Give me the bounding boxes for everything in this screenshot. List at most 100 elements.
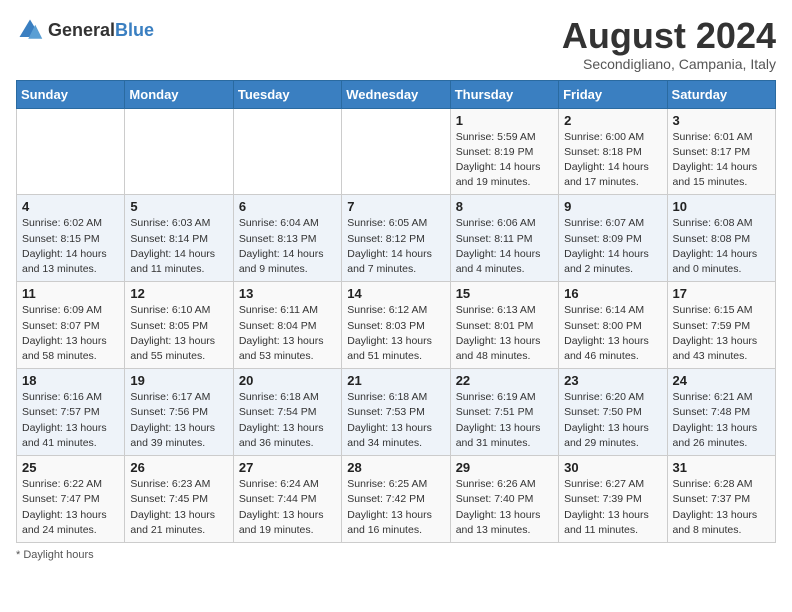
day-info: Sunrise: 6:08 AM Sunset: 8:08 PM Dayligh…	[673, 216, 770, 277]
weekday-header-friday: Friday	[559, 80, 667, 108]
calendar-cell	[17, 108, 125, 195]
calendar-cell: 18Sunrise: 6:16 AM Sunset: 7:57 PM Dayli…	[17, 369, 125, 456]
calendar-cell: 10 Sunrise: 6:08 AM Sunset: 8:08 PM Dayli…	[667, 195, 775, 282]
day-info: Sunrise: 6:01 AM Sunset: 8:17 PM Dayligh…	[673, 130, 770, 191]
day-info: Sunrise: 6:03 AM Sunset: 8:14 PM Dayligh…	[130, 216, 227, 277]
day-number: 6	[239, 199, 336, 214]
day-number: 1	[456, 113, 553, 128]
day-number: 9	[564, 199, 661, 214]
location-text: Secondigliano, Campania, Italy	[562, 56, 776, 72]
day-info: Sunrise: 6:20 AM Sunset: 7:50 PM Dayligh…	[564, 390, 661, 451]
calendar-cell	[233, 108, 341, 195]
calendar-cell: 6 Sunrise: 6:04 AM Sunset: 8:13 PM Daylig…	[233, 195, 341, 282]
day-number: 20	[239, 373, 336, 388]
logo-general-text: General	[48, 20, 115, 40]
calendar-cell: 9 Sunrise: 6:07 AM Sunset: 8:09 PM Daylig…	[559, 195, 667, 282]
day-number: 21	[347, 373, 444, 388]
day-number: 7	[347, 199, 444, 214]
day-info: Sunrise: 6:15 AM Sunset: 7:59 PM Dayligh…	[673, 303, 770, 364]
footer-note: * Daylight hours	[16, 549, 776, 561]
calendar-cell: 16Sunrise: 6:14 AM Sunset: 8:00 PM Dayli…	[559, 282, 667, 369]
day-number: 2	[564, 113, 661, 128]
day-number: 29	[456, 460, 553, 475]
day-info: Sunrise: 6:26 AM Sunset: 7:40 PM Dayligh…	[456, 477, 553, 538]
day-number: 23	[564, 373, 661, 388]
day-info: Sunrise: 6:27 AM Sunset: 7:39 PM Dayligh…	[564, 477, 661, 538]
day-number: 15	[456, 286, 553, 301]
day-info: Sunrise: 6:17 AM Sunset: 7:56 PM Dayligh…	[130, 390, 227, 451]
logo-blue-text: Blue	[115, 20, 154, 40]
calendar-cell: 11 Sunrise: 6:09 AM Sunset: 8:07 PM Dayli…	[17, 282, 125, 369]
calendar-cell: 30 Sunrise: 6:27 AM Sunset: 7:39 PM Dayli…	[559, 456, 667, 543]
day-number: 14	[347, 286, 444, 301]
calendar-week-1: 1 Sunrise: 5:59 AM Sunset: 8:19 PM Daylig…	[17, 108, 776, 195]
day-info: Sunrise: 6:19 AM Sunset: 7:51 PM Dayligh…	[456, 390, 553, 451]
day-number: 11	[22, 286, 119, 301]
calendar-cell	[125, 108, 233, 195]
day-info: Sunrise: 6:02 AM Sunset: 8:15 PM Dayligh…	[22, 216, 119, 277]
day-info: Sunrise: 6:18 AM Sunset: 7:53 PM Dayligh…	[347, 390, 444, 451]
day-info: Sunrise: 6:16 AM Sunset: 7:57 PM Dayligh…	[22, 390, 119, 451]
day-info: Sunrise: 6:05 AM Sunset: 8:12 PM Dayligh…	[347, 216, 444, 277]
day-number: 10	[673, 199, 770, 214]
calendar-week-4: 18Sunrise: 6:16 AM Sunset: 7:57 PM Dayli…	[17, 369, 776, 456]
calendar-cell: 5Sunrise: 6:03 AM Sunset: 8:14 PM Daylig…	[125, 195, 233, 282]
calendar-cell: 1 Sunrise: 5:59 AM Sunset: 8:19 PM Daylig…	[450, 108, 558, 195]
calendar-cell: 23 Sunrise: 6:20 AM Sunset: 7:50 PM Dayli…	[559, 369, 667, 456]
day-info: Sunrise: 6:06 AM Sunset: 8:11 PM Dayligh…	[456, 216, 553, 277]
day-number: 22	[456, 373, 553, 388]
calendar-cell: 13Sunrise: 6:11 AM Sunset: 8:04 PM Dayli…	[233, 282, 341, 369]
day-number: 26	[130, 460, 227, 475]
calendar-week-5: 25 Sunrise: 6:22 AM Sunset: 7:47 PM Dayli…	[17, 456, 776, 543]
calendar-body: 1 Sunrise: 5:59 AM Sunset: 8:19 PM Daylig…	[17, 108, 776, 542]
daylight-hours-label: Daylight hours	[23, 549, 93, 561]
calendar-cell: 21 Sunrise: 6:18 AM Sunset: 7:53 PM Dayli…	[342, 369, 450, 456]
calendar-cell: 22 Sunrise: 6:19 AM Sunset: 7:51 PM Dayli…	[450, 369, 558, 456]
calendar-cell: 7 Sunrise: 6:05 AM Sunset: 8:12 PM Daylig…	[342, 195, 450, 282]
day-number: 8	[456, 199, 553, 214]
day-info: Sunrise: 6:09 AM Sunset: 8:07 PM Dayligh…	[22, 303, 119, 364]
calendar-cell: 4Sunrise: 6:02 AM Sunset: 8:15 PM Daylig…	[17, 195, 125, 282]
day-number: 31	[673, 460, 770, 475]
weekday-header-wednesday: Wednesday	[342, 80, 450, 108]
calendar-cell: 15 Sunrise: 6:13 AM Sunset: 8:01 PM Dayli…	[450, 282, 558, 369]
calendar-cell: 27 Sunrise: 6:24 AM Sunset: 7:44 PM Dayli…	[233, 456, 341, 543]
day-info: Sunrise: 5:59 AM Sunset: 8:19 PM Dayligh…	[456, 130, 553, 191]
day-info: Sunrise: 6:04 AM Sunset: 8:13 PM Dayligh…	[239, 216, 336, 277]
weekday-header-monday: Monday	[125, 80, 233, 108]
calendar-cell: 20Sunrise: 6:18 AM Sunset: 7:54 PM Dayli…	[233, 369, 341, 456]
day-number: 12	[130, 286, 227, 301]
calendar-week-3: 11 Sunrise: 6:09 AM Sunset: 8:07 PM Dayli…	[17, 282, 776, 369]
day-info: Sunrise: 6:07 AM Sunset: 8:09 PM Dayligh…	[564, 216, 661, 277]
calendar-cell: 19 Sunrise: 6:17 AM Sunset: 7:56 PM Dayli…	[125, 369, 233, 456]
day-info: Sunrise: 6:22 AM Sunset: 7:47 PM Dayligh…	[22, 477, 119, 538]
day-info: Sunrise: 6:00 AM Sunset: 8:18 PM Dayligh…	[564, 130, 661, 191]
calendar-cell: 29 Sunrise: 6:26 AM Sunset: 7:40 PM Dayli…	[450, 456, 558, 543]
day-number: 3	[673, 113, 770, 128]
day-number: 19	[130, 373, 227, 388]
month-year-title: August 2024	[562, 16, 776, 56]
logo: GeneralBlue	[16, 16, 154, 44]
day-number: 27	[239, 460, 336, 475]
calendar-header: SundayMondayTuesdayWednesdayThursdayFrid…	[17, 80, 776, 108]
weekday-header-saturday: Saturday	[667, 80, 775, 108]
day-number: 30	[564, 460, 661, 475]
day-info: Sunrise: 6:13 AM Sunset: 8:01 PM Dayligh…	[456, 303, 553, 364]
day-number: 16	[564, 286, 661, 301]
day-number: 17	[673, 286, 770, 301]
calendar-cell: 28Sunrise: 6:25 AM Sunset: 7:42 PM Dayli…	[342, 456, 450, 543]
day-info: Sunrise: 6:24 AM Sunset: 7:44 PM Dayligh…	[239, 477, 336, 538]
calendar-cell: 31 Sunrise: 6:28 AM Sunset: 7:37 PM Dayli…	[667, 456, 775, 543]
title-area: August 2024 Secondigliano, Campania, Ita…	[562, 16, 776, 72]
calendar-cell	[342, 108, 450, 195]
day-info: Sunrise: 6:23 AM Sunset: 7:45 PM Dayligh…	[130, 477, 227, 538]
day-number: 25	[22, 460, 119, 475]
calendar-table: SundayMondayTuesdayWednesdayThursdayFrid…	[16, 80, 776, 543]
day-info: Sunrise: 6:28 AM Sunset: 7:37 PM Dayligh…	[673, 477, 770, 538]
calendar-cell: 17 Sunrise: 6:15 AM Sunset: 7:59 PM Dayli…	[667, 282, 775, 369]
day-info: Sunrise: 6:21 AM Sunset: 7:48 PM Dayligh…	[673, 390, 770, 451]
calendar-cell: 25 Sunrise: 6:22 AM Sunset: 7:47 PM Dayli…	[17, 456, 125, 543]
day-number: 13	[239, 286, 336, 301]
day-info: Sunrise: 6:12 AM Sunset: 8:03 PM Dayligh…	[347, 303, 444, 364]
calendar-cell: 12Sunrise: 6:10 AM Sunset: 8:05 PM Dayli…	[125, 282, 233, 369]
